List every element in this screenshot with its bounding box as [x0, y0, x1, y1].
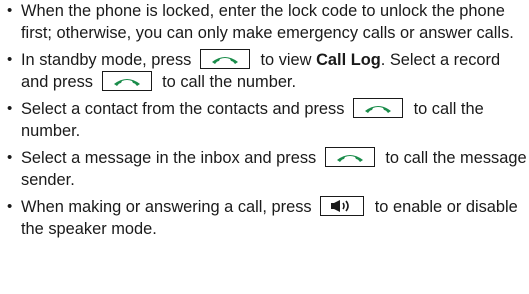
item-text-mid1: to view [260, 51, 312, 69]
call-key [353, 98, 403, 118]
item-text-pre: When making or answering a call, press [21, 198, 312, 216]
instruction-list: When the phone is locked, enter the lock… [0, 0, 529, 240]
speaker-icon [331, 200, 349, 212]
list-item-inbox: Select a message in the inbox and press … [2, 147, 529, 191]
call-key [199, 49, 250, 69]
call-handset-icon [211, 57, 238, 64]
item-text-pre: Select a contact from the contacts and p… [21, 100, 345, 118]
list-item-contacts: Select a contact from the contacts and p… [2, 98, 529, 142]
item-text: When the phone is locked, enter the lock… [21, 2, 514, 42]
call-key [101, 71, 152, 91]
call-handset-icon [365, 106, 391, 113]
call-handset-icon [336, 155, 363, 162]
item-text-pre: Select a message in the inbox and press [21, 149, 317, 167]
speaker-key [320, 196, 365, 216]
item-text-post: to call the number. [162, 73, 297, 91]
call-log-label: Call Log [316, 51, 381, 69]
manual-page: When the phone is locked, enter the lock… [0, 0, 529, 294]
call-handset-icon [113, 79, 140, 86]
list-item-call-log: In standby mode, press to view Call Log.… [2, 49, 529, 93]
item-text-pre: In standby mode, press [21, 51, 192, 69]
call-key [324, 147, 375, 167]
list-item-locked: When the phone is locked, enter the lock… [2, 0, 529, 44]
list-item-speaker: When making or answering a call, press t… [2, 196, 529, 240]
